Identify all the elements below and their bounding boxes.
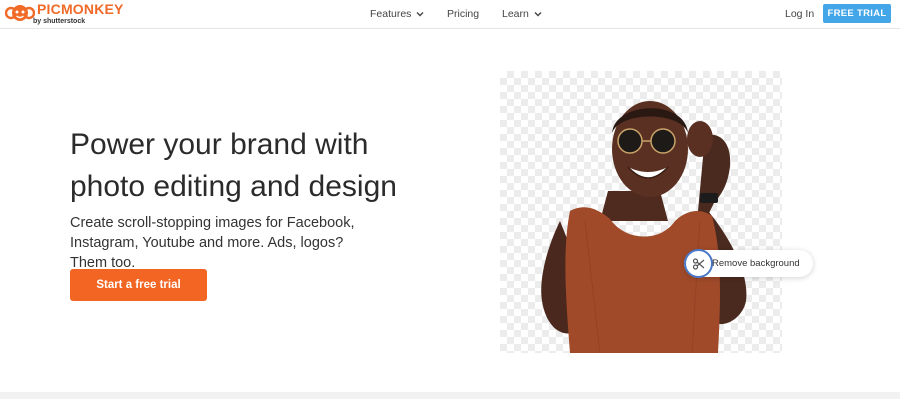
chevron-down-icon: [416, 12, 424, 17]
hero-photo: [500, 71, 782, 353]
hero-headline: Power your brand with photo editing and …: [70, 128, 397, 203]
free-trial-button[interactable]: FREE TRIAL: [823, 4, 891, 23]
login-link[interactable]: Log In: [785, 8, 814, 20]
nav-pricing[interactable]: Pricing: [447, 8, 479, 20]
chevron-down-icon: [534, 12, 542, 17]
top-navigation-bar: PICMONKEY by shutterstock Features Prici…: [0, 0, 900, 29]
monkey-logo-icon: [5, 5, 35, 21]
scissors-icon: [692, 257, 704, 270]
start-free-trial-button[interactable]: Start a free trial: [70, 269, 207, 301]
remove-background-chip[interactable]: Remove background: [684, 249, 813, 278]
remove-background-label: Remove background: [712, 258, 800, 269]
nav-features[interactable]: Features: [370, 8, 424, 20]
brand-byline: by shutterstock: [33, 18, 86, 25]
scissors-button[interactable]: [684, 249, 713, 278]
nav-learn-label: Learn: [502, 8, 529, 20]
hero-subtext: Create scroll-stopping images for Facebo…: [70, 215, 355, 271]
nav-features-label: Features: [370, 8, 412, 20]
nav-pricing-label: Pricing: [447, 8, 480, 20]
woman-with-sunglasses-illustration: [541, 101, 747, 353]
section-divider: [0, 392, 900, 399]
nav-learn[interactable]: Learn: [502, 8, 542, 20]
brand-name: PICMONKEY: [37, 1, 124, 17]
